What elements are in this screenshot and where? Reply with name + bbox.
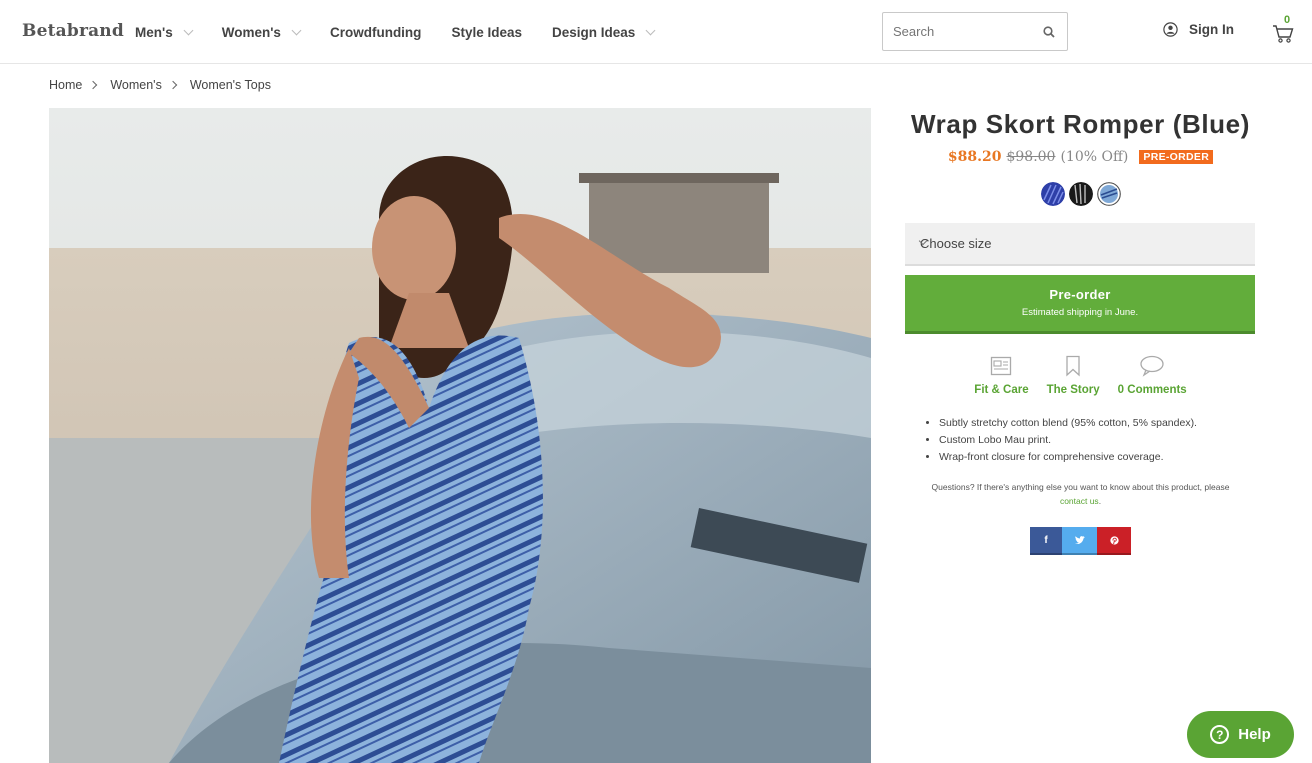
share-buttons: f bbox=[905, 527, 1256, 555]
nav-womens[interactable]: Women's bbox=[221, 24, 302, 40]
swatch-black-stripe[interactable] bbox=[1068, 182, 1093, 206]
breadcrumb-womens-tops[interactable]: Women's Tops bbox=[190, 78, 271, 92]
chevron-right-icon bbox=[89, 80, 98, 90]
size-select-label: Choose size bbox=[920, 236, 992, 251]
site-header: Betabrand Men's Women's Crowdfunding Sty… bbox=[0, 0, 1312, 64]
pre-order-badge: PRE-ORDER bbox=[1139, 150, 1214, 164]
swatch-blue-stripe[interactable] bbox=[1040, 182, 1065, 206]
list-item: Subtly stretchy cotton blend (95% cotton… bbox=[939, 415, 1199, 432]
pre-order-label: Pre-order bbox=[1049, 287, 1111, 302]
product-photo[interactable] bbox=[49, 108, 871, 763]
product-image bbox=[49, 108, 871, 763]
facebook-share-button[interactable]: f bbox=[1030, 527, 1062, 555]
search-input[interactable] bbox=[883, 13, 1033, 50]
tab-fit-care-label: Fit & Care bbox=[974, 384, 1029, 396]
product-details: Wrap Skort Romper (Blue) $88.20 $98.00 (… bbox=[905, 108, 1256, 555]
facebook-icon: f bbox=[1044, 534, 1048, 546]
pinterest-share-button[interactable] bbox=[1097, 527, 1131, 555]
question-icon: ? bbox=[1210, 725, 1230, 744]
chevron-right-icon bbox=[168, 80, 178, 90]
twitter-icon bbox=[1074, 535, 1085, 544]
cart-count: 0 bbox=[1284, 14, 1291, 26]
nav-crowdfunding-label: Crowdfunding bbox=[329, 24, 422, 40]
nav-mens[interactable]: Men's bbox=[135, 24, 194, 40]
list-item: Custom Lobo Mau print. bbox=[939, 432, 1199, 449]
info-tabs: Fit & Care The Story 0 Comments bbox=[905, 354, 1256, 396]
pinterest-icon bbox=[1109, 535, 1119, 545]
contact-us-link[interactable]: contact us bbox=[1060, 496, 1099, 506]
pre-order-button[interactable]: Pre-order Estimated shipping in June. bbox=[905, 275, 1255, 334]
sign-in-label: Sign In bbox=[1189, 22, 1234, 37]
help-label: Help bbox=[1238, 726, 1271, 743]
comment-icon bbox=[1140, 355, 1164, 377]
chevron-down-icon bbox=[645, 25, 656, 35]
main-nav: Men's Women's Crowdfunding Style Ideas D… bbox=[135, 0, 684, 64]
bookmark-icon bbox=[1066, 355, 1080, 377]
questions-text: Questions? If there's anything else you … bbox=[931, 482, 1230, 506]
logo[interactable]: Betabrand bbox=[22, 21, 124, 41]
questions-label: Questions? If there's anything else you … bbox=[931, 482, 1230, 492]
search-box bbox=[882, 12, 1068, 51]
tab-comments[interactable]: 0 Comments bbox=[1118, 354, 1187, 396]
price-row: $88.20 $98.00 (10% Off) PRE-ORDER bbox=[905, 149, 1256, 165]
tab-the-story[interactable]: The Story bbox=[1047, 354, 1100, 396]
nav-mens-label: Men's bbox=[135, 24, 173, 40]
shipping-estimate: Estimated shipping in June. bbox=[1021, 307, 1139, 318]
original-price: $98.00 bbox=[1006, 149, 1056, 165]
tab-comments-label: 0 Comments bbox=[1117, 384, 1187, 396]
swatch-light-blue-selected[interactable] bbox=[1096, 182, 1121, 206]
color-swatches bbox=[905, 182, 1256, 206]
nav-style-ideas[interactable]: Style Ideas bbox=[451, 25, 522, 40]
size-select[interactable]: Choose size bbox=[905, 223, 1255, 266]
feature-list: Subtly stretchy cotton blend (95% cotton… bbox=[939, 415, 1199, 466]
user-icon bbox=[1163, 22, 1178, 37]
chevron-down-icon bbox=[183, 25, 194, 35]
search-icon[interactable] bbox=[1043, 26, 1055, 38]
nav-design-ideas-label: Design Ideas bbox=[551, 24, 636, 40]
list-item: Wrap-front closure for comprehensive cov… bbox=[939, 449, 1199, 466]
breadcrumb: Home Women's Women's Tops bbox=[49, 78, 271, 92]
help-button[interactable]: ? Help bbox=[1187, 711, 1294, 758]
nav-womens-label: Women's bbox=[221, 24, 281, 40]
breadcrumb-home[interactable]: Home bbox=[49, 78, 82, 92]
chevron-down-icon bbox=[291, 25, 302, 35]
sign-in-link[interactable]: Sign In bbox=[1163, 22, 1234, 37]
nav-design-ideas[interactable]: Design Ideas bbox=[551, 24, 656, 40]
nav-style-ideas-label: Style Ideas bbox=[451, 24, 522, 40]
fit-care-icon bbox=[991, 356, 1012, 376]
discount-label: (10% Off) bbox=[1060, 149, 1129, 165]
tab-the-story-label: The Story bbox=[1046, 384, 1100, 396]
sale-price: $88.20 bbox=[947, 149, 1002, 165]
product-title: Wrap Skort Romper (Blue) bbox=[911, 109, 1250, 139]
tab-fit-care[interactable]: Fit & Care bbox=[974, 354, 1029, 396]
twitter-share-button[interactable] bbox=[1062, 527, 1097, 555]
breadcrumb-womens[interactable]: Women's bbox=[110, 78, 161, 92]
nav-crowdfunding[interactable]: Crowdfunding bbox=[330, 25, 421, 40]
cart-icon[interactable] bbox=[1272, 18, 1294, 44]
